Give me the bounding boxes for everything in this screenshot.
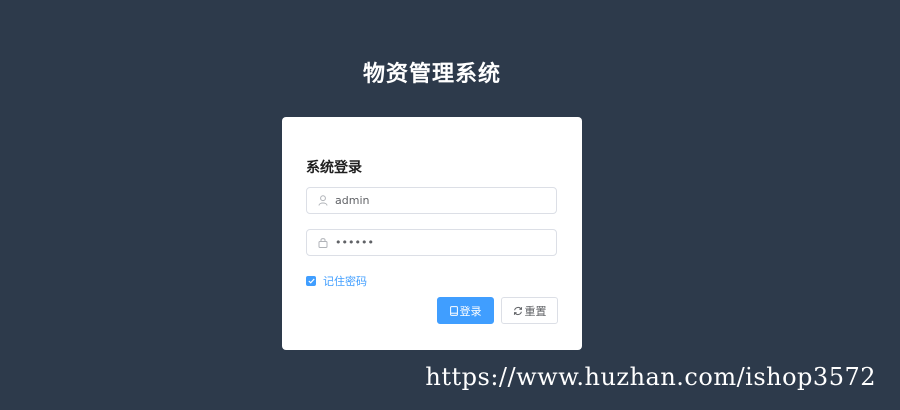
username-field[interactable]	[306, 187, 557, 214]
lock-icon	[313, 237, 333, 248]
refresh-icon	[513, 306, 523, 316]
reset-button-label: 重置	[524, 304, 547, 318]
page-title: 物资管理系统	[362, 62, 501, 87]
login-title: 系统登录	[306, 160, 362, 176]
user-icon	[313, 195, 333, 206]
login-button-label: 登录	[459, 304, 482, 318]
remember-password[interactable]: 记住密码	[306, 273, 367, 289]
password-field[interactable]	[306, 229, 557, 256]
reset-button[interactable]: 重置	[501, 297, 558, 324]
remember-checkbox[interactable]	[306, 276, 316, 286]
username-input[interactable]	[333, 188, 556, 213]
check-icon	[307, 278, 315, 284]
login-button[interactable]: 登录	[437, 297, 494, 324]
mobile-icon	[449, 305, 458, 316]
password-input[interactable]	[333, 230, 556, 255]
login-card: 系统登录 记住密码	[282, 117, 582, 350]
watermark-text: https://www.huzhan.com/ishop3572	[425, 363, 876, 391]
remember-label[interactable]: 记住密码	[323, 273, 367, 289]
